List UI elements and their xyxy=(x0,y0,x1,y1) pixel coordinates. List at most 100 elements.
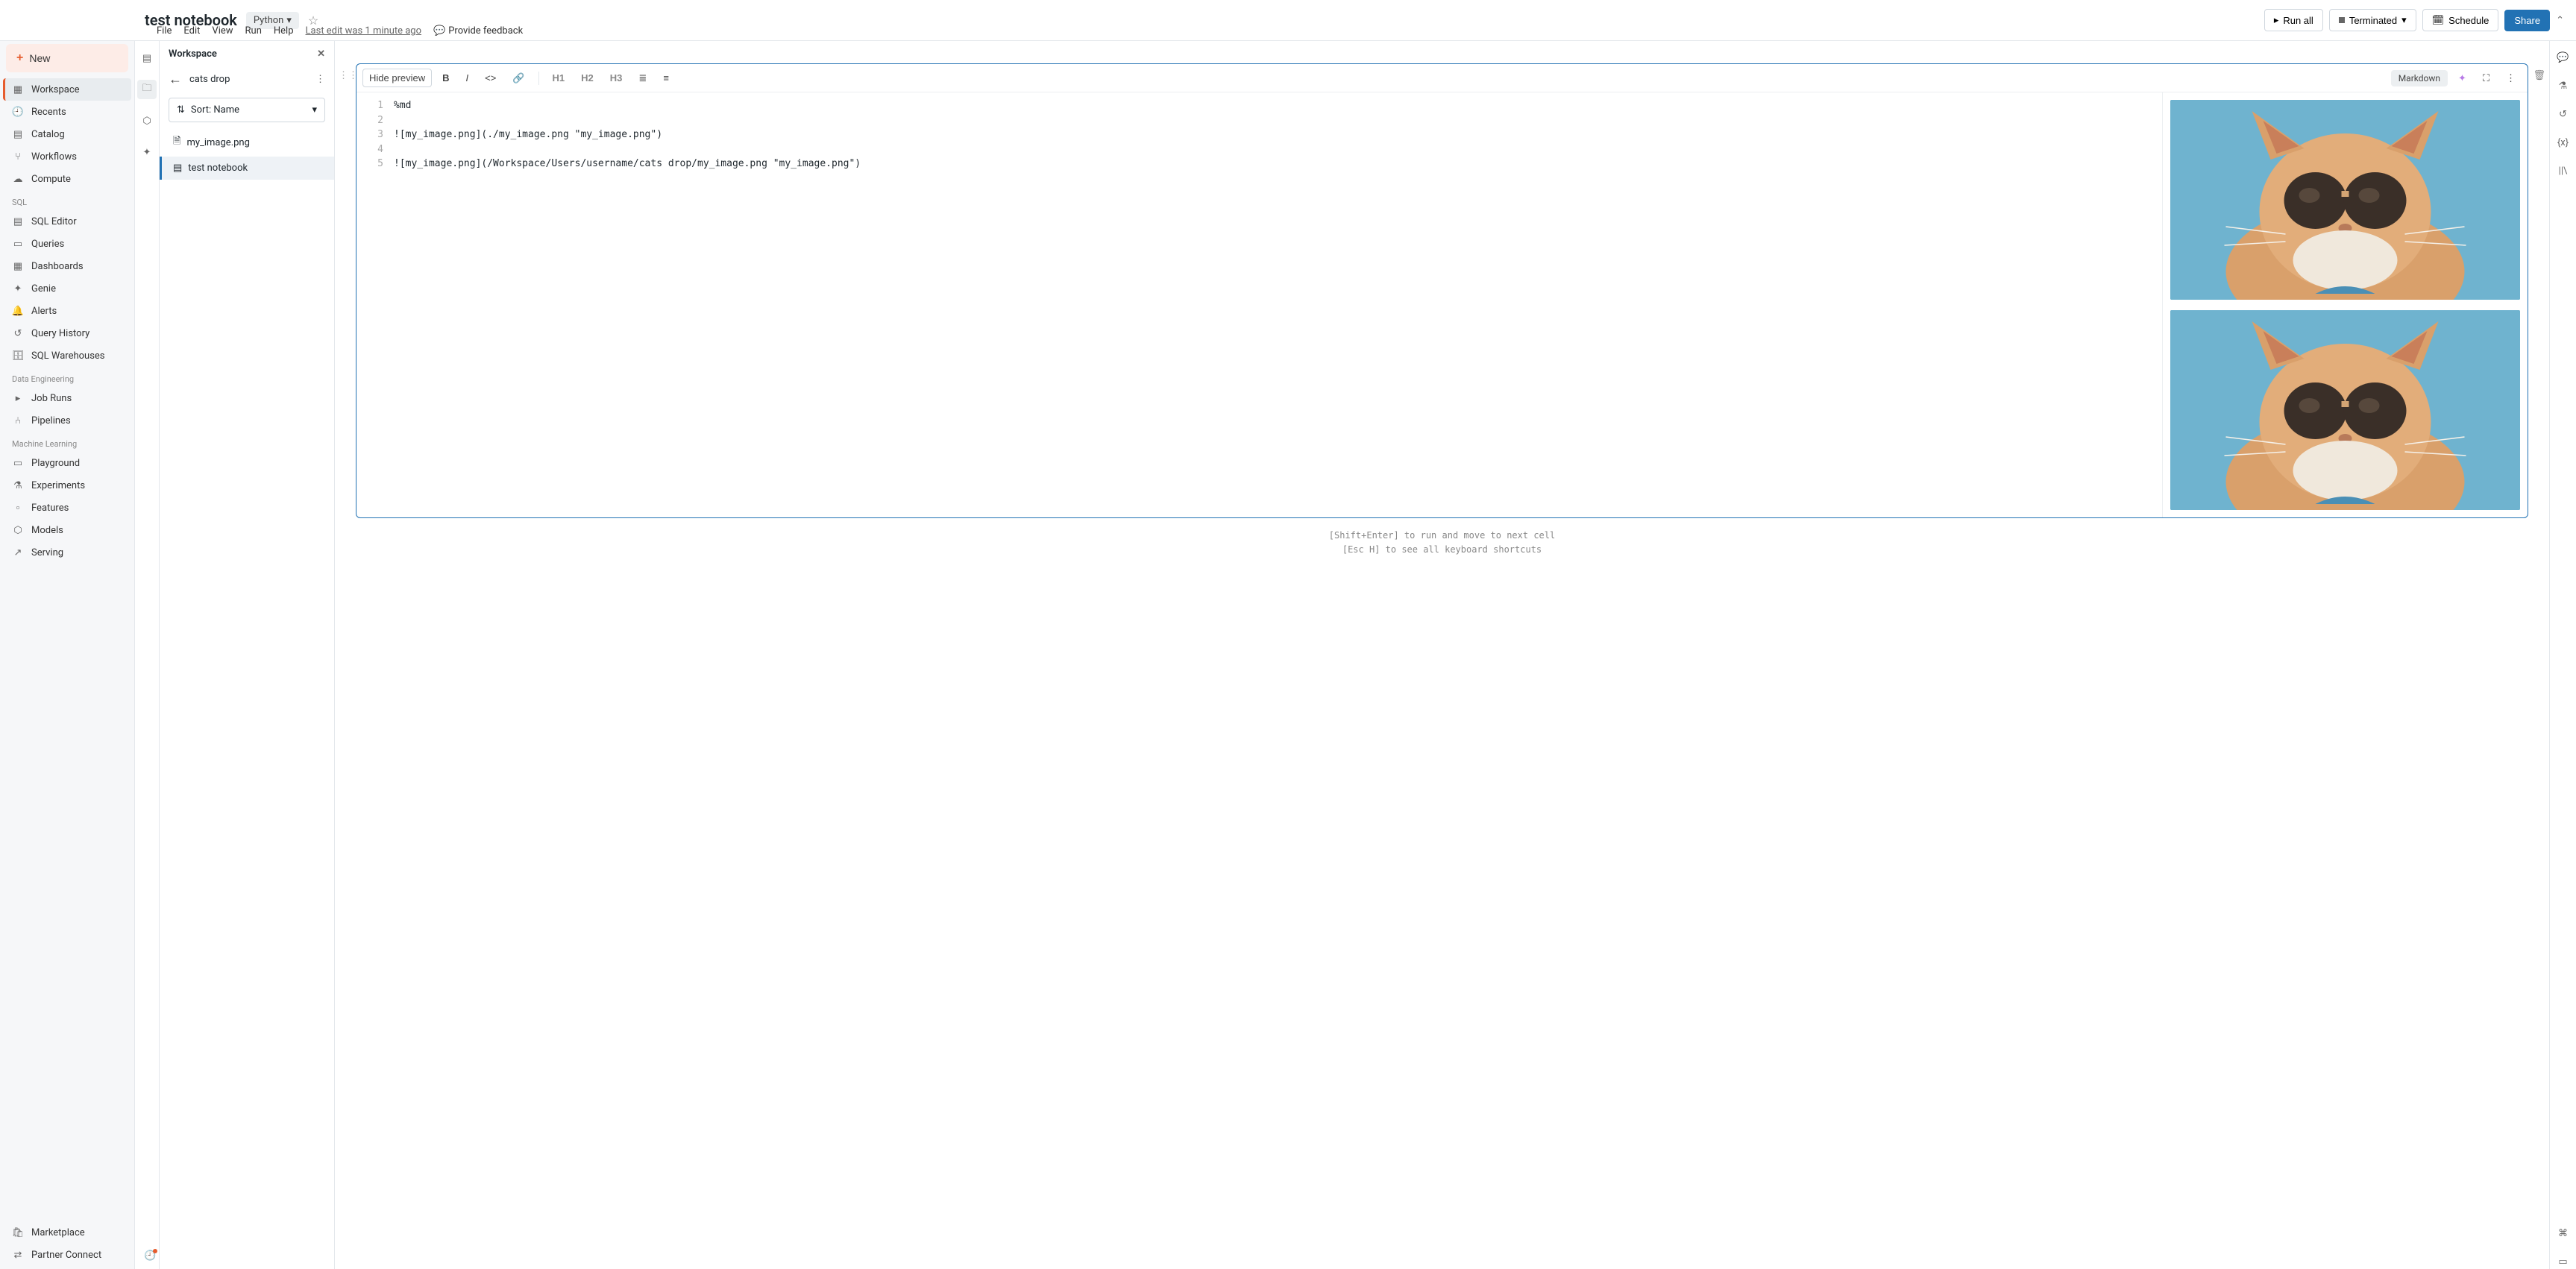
feedback-link[interactable]: 💬Provide feedback xyxy=(433,25,523,37)
kebab-icon[interactable]: ⋮ xyxy=(315,74,325,85)
sidebar-item-workflows[interactable]: ⑂Workflows xyxy=(3,145,131,168)
editor-line[interactable]: 2 xyxy=(356,113,2162,128)
compute-status-button[interactable]: Terminated▾ xyxy=(2329,9,2416,31)
nav-icon: ▤ xyxy=(12,128,24,140)
editor-line[interactable]: 3![my_image.png](./my_image.png "my_imag… xyxy=(356,127,2162,142)
comments-icon[interactable]: 💬 xyxy=(2556,50,2571,65)
code-text[interactable] xyxy=(394,142,2162,157)
sidebar-item-queries[interactable]: ▭Queries xyxy=(3,233,131,255)
notebook-cell[interactable]: ⋮⋮ 🗑 Hide preview B I <> 🔗 H1 H2 H3 ≣ ≡ xyxy=(356,63,2528,518)
nav-icon: ▸ xyxy=(12,392,24,404)
sidebar-item-sql-warehouses[interactable]: 🗄SQL Warehouses xyxy=(3,344,131,367)
workspace-icon-column: ▤ 🗀 ⬡ ✦ xyxy=(135,41,160,1269)
delete-cell-icon[interactable]: 🗑 xyxy=(2533,70,2545,81)
run-all-button[interactable]: ▸Run all xyxy=(2264,9,2323,31)
last-edit-info[interactable]: Last edit was 1 minute ago xyxy=(306,25,422,37)
history-icon[interactable]: ↺ xyxy=(2556,107,2571,122)
nav-label: Models xyxy=(31,525,63,536)
hide-preview-button[interactable]: Hide preview xyxy=(362,69,432,87)
breadcrumb[interactable]: cats drop xyxy=(189,74,230,85)
status-label: Terminated xyxy=(2349,15,2397,26)
activity-icon[interactable]: 🕘 xyxy=(144,1250,156,1262)
editor-line[interactable]: 5![my_image.png](/Workspace/Users/userna… xyxy=(356,157,2162,171)
sidebar-item-serving[interactable]: ↗Serving xyxy=(3,541,131,564)
code-text[interactable]: %md xyxy=(394,98,2162,113)
sidebar-item-pipelines[interactable]: ⑃Pipelines xyxy=(3,409,131,432)
code-text[interactable] xyxy=(394,113,2162,128)
code-text[interactable]: ![my_image.png](./my_image.png "my_image… xyxy=(394,127,2162,142)
shortcuts-icon[interactable]: ⌘ xyxy=(2556,1226,2571,1241)
file-item[interactable]: 🗎my_image.png xyxy=(160,128,334,157)
sidebar-item-features[interactable]: ▫Features xyxy=(3,497,131,519)
sidebar-item-dashboards[interactable]: ▦Dashboards xyxy=(3,255,131,277)
sort-label: Sort: Name xyxy=(191,104,239,116)
preview-image xyxy=(2170,100,2520,300)
editor-line[interactable]: 1%md xyxy=(356,98,2162,113)
italic-button[interactable]: I xyxy=(460,69,475,86)
sidebar-item-alerts[interactable]: 🔔Alerts xyxy=(3,300,131,322)
sidebar-item-catalog[interactable]: ▤Catalog xyxy=(3,123,131,145)
kebab-icon[interactable]: ⋮ xyxy=(2500,69,2522,87)
code-button[interactable]: <> xyxy=(479,69,502,86)
nav-label: Playground xyxy=(31,458,80,469)
variables-icon[interactable]: {x} xyxy=(2556,135,2571,150)
editor-line[interactable]: 4 xyxy=(356,142,2162,157)
sidebar-item-playground[interactable]: ▭Playground xyxy=(3,452,131,474)
menu-help[interactable]: Help xyxy=(274,25,294,37)
nav-icon: ▤ xyxy=(12,215,24,227)
hint-line: [Shift+Enter] to run and move to next ce… xyxy=(350,529,2534,543)
sidebar-item-sql-editor[interactable]: ▤SQL Editor xyxy=(3,210,131,233)
bullet-list-button[interactable]: ≣ xyxy=(632,69,653,87)
expand-icon[interactable]: ⛶ xyxy=(2477,69,2495,87)
assistant-icon[interactable]: ✦ xyxy=(2452,69,2472,87)
sidebar-item-query-history[interactable]: ↺Query History xyxy=(3,322,131,344)
panel-schema-icon[interactable]: ⬡ xyxy=(137,111,157,130)
numbered-list-button[interactable]: ≡ xyxy=(657,69,675,86)
sidebar-item-experiments[interactable]: ⚗Experiments xyxy=(3,474,131,497)
nav-label: Queries xyxy=(31,239,64,250)
sidebar-item-compute[interactable]: ☁Compute xyxy=(3,168,131,190)
sidebar-item-marketplace[interactable]: 🛍Marketplace xyxy=(3,1221,131,1244)
mlflow-icon[interactable]: ⚗ xyxy=(2556,78,2571,93)
sidebar-item-job-runs[interactable]: ▸Job Runs xyxy=(3,387,131,409)
bottom-panel-icon[interactable]: ▭ xyxy=(2556,1254,2571,1269)
sidebar-item-models[interactable]: ⬡Models xyxy=(3,519,131,541)
bold-button[interactable]: B xyxy=(436,69,455,86)
code-text[interactable]: ![my_image.png](/Workspace/Users/usernam… xyxy=(394,157,2162,171)
back-icon[interactable]: ← xyxy=(169,72,182,87)
sort-selector[interactable]: ⇅ Sort: Name ▾ xyxy=(169,98,325,122)
nav-label: Pipelines xyxy=(31,415,71,426)
new-button[interactable]: +New xyxy=(6,44,128,72)
file-item[interactable]: ▤test notebook xyxy=(160,157,334,180)
h2-button[interactable]: H2 xyxy=(575,69,600,86)
file-name: test notebook xyxy=(188,163,248,174)
sidebar-item-workspace[interactable]: ▦Workspace xyxy=(3,78,131,101)
close-icon[interactable]: ✕ xyxy=(317,48,325,60)
nav-label: Features xyxy=(31,503,69,514)
panel-notebook-icon[interactable]: ▤ xyxy=(137,48,157,68)
menu-file[interactable]: File xyxy=(157,25,172,37)
keyboard-hints: [Shift+Enter] to run and move to next ce… xyxy=(350,518,2534,560)
share-button[interactable]: Share xyxy=(2504,10,2550,31)
panel-icon[interactable]: ||\ xyxy=(2556,163,2571,178)
right-rail: 💬 ⚗ ↺ {x} ||\ ⌘ ▭ xyxy=(2549,41,2576,1269)
menu-edit[interactable]: Edit xyxy=(183,25,200,37)
drag-handle-icon[interactable]: ⋮⋮ xyxy=(339,70,358,81)
menu-run[interactable]: Run xyxy=(245,25,262,37)
cell-type-badge[interactable]: Markdown xyxy=(2391,70,2448,86)
sidebar-item-genie[interactable]: ✦Genie xyxy=(3,277,131,300)
schedule-button[interactable]: 🗓Schedule xyxy=(2422,9,2499,31)
feedback-label: Provide feedback xyxy=(448,25,523,37)
h1-button[interactable]: H1 xyxy=(547,69,571,86)
menu-view[interactable]: View xyxy=(212,25,233,37)
nav-icon: ⚗ xyxy=(12,479,24,491)
sidebar-item-partner-connect[interactable]: ⇄Partner Connect xyxy=(3,1244,131,1266)
code-editor[interactable]: 1%md23![my_image.png](./my_image.png "my… xyxy=(356,92,2162,517)
panel-folder-icon[interactable]: 🗀 xyxy=(137,80,157,99)
link-button[interactable]: 🔗 xyxy=(506,69,530,87)
collapse-icon[interactable]: ⌃ xyxy=(2556,15,2564,26)
panel-assistant-icon[interactable]: ✦ xyxy=(137,142,157,162)
sidebar-item-recents[interactable]: 🕘Recents xyxy=(3,101,131,123)
nav-icon: 🕘 xyxy=(12,106,24,118)
h3-button[interactable]: H3 xyxy=(604,69,629,86)
